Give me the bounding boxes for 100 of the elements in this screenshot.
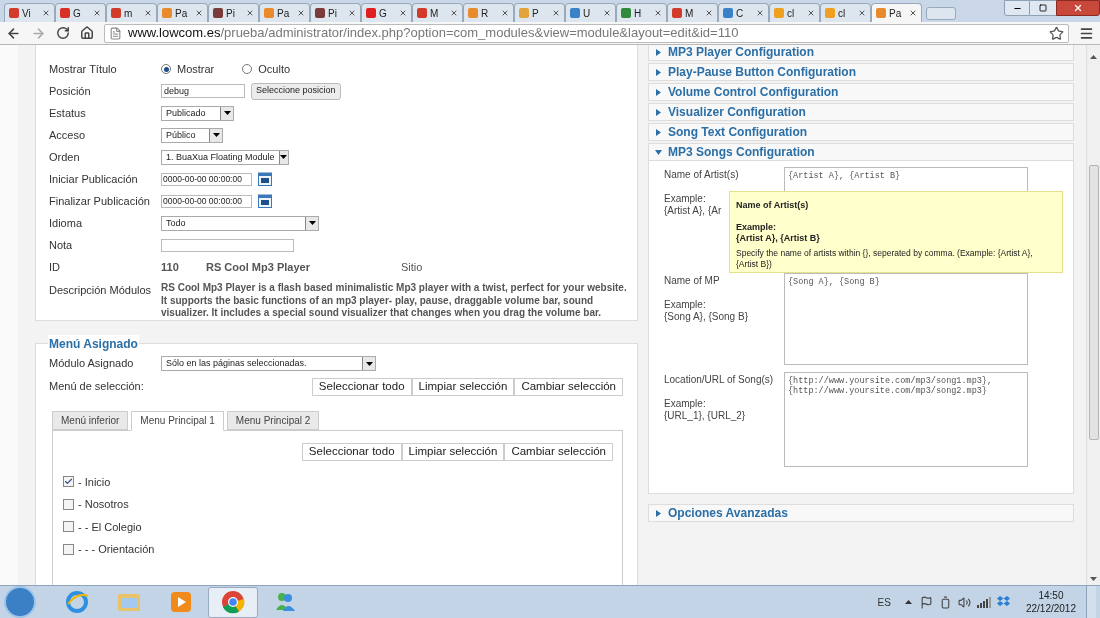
close-tab-icon[interactable] bbox=[195, 9, 203, 17]
url-text: www.lowcom.es/prueba/administrator/index.php?option=com_modules&view=module&layout=edit&id=110 bbox=[128, 24, 740, 43]
calendar-icon[interactable] bbox=[258, 194, 272, 208]
accordion-header[interactable]: Opciones Avanzadas bbox=[648, 504, 1074, 522]
scrollbar-thumb[interactable] bbox=[1088, 165, 1099, 440]
browser-tab[interactable]: M bbox=[412, 3, 463, 22]
checkbox[interactable] bbox=[63, 521, 74, 533]
browser-tab[interactable]: U bbox=[565, 3, 616, 22]
selection-button[interactable]: Limpiar selección bbox=[401, 442, 505, 461]
browser-tab[interactable]: H bbox=[616, 3, 667, 22]
menu-tab[interactable]: Menu Principal 1 bbox=[131, 410, 224, 431]
collapse-arrow-icon bbox=[655, 148, 662, 156]
radio-label: Oculto bbox=[258, 61, 291, 77]
start-button[interactable] bbox=[4, 586, 36, 618]
close-tab-icon[interactable] bbox=[144, 9, 152, 17]
radio-button[interactable] bbox=[242, 64, 253, 74]
close-tab-icon[interactable] bbox=[348, 9, 356, 17]
calendar-icon[interactable] bbox=[258, 172, 272, 186]
checkbox[interactable] bbox=[63, 476, 74, 488]
bookmark-star-icon[interactable] bbox=[1049, 25, 1064, 41]
accordion-header[interactable]: Visualizer Configuration bbox=[648, 103, 1074, 121]
browser-tab[interactable]: cl bbox=[769, 3, 820, 22]
browser-tab[interactable]: Pa bbox=[157, 3, 208, 22]
browser-tab[interactable]: R bbox=[463, 3, 514, 22]
dropdown[interactable]: 1. BuaXua Floating Module bbox=[161, 149, 289, 165]
menu-tab[interactable]: Menú inferior bbox=[52, 410, 129, 430]
checkbox[interactable] bbox=[63, 498, 74, 510]
browser-tab[interactable]: Pi bbox=[310, 3, 361, 22]
browser-tab[interactable]: Pa bbox=[259, 3, 310, 22]
radio-button[interactable] bbox=[161, 64, 171, 74]
home-icon[interactable] bbox=[80, 26, 94, 40]
selection-button[interactable]: Cambiar selección bbox=[504, 442, 613, 461]
browser-tab[interactable]: G bbox=[55, 3, 106, 22]
dropbox-icon[interactable] bbox=[996, 596, 1010, 608]
close-button[interactable] bbox=[1056, 0, 1100, 16]
field-label: Name of Artist(s) bbox=[664, 169, 739, 181]
browser-tab[interactable]: cl bbox=[820, 3, 871, 22]
browser-tab[interactable]: Pa bbox=[871, 3, 922, 22]
scrollbar[interactable] bbox=[1086, 45, 1100, 585]
browser-tab[interactable]: P bbox=[514, 3, 565, 22]
checkbox[interactable] bbox=[63, 543, 74, 555]
tooltip-example-label: Example: bbox=[736, 222, 778, 233]
dropdown[interactable]: Público bbox=[161, 127, 223, 143]
browser-tab[interactable]: Vi bbox=[4, 3, 55, 22]
language-indicator[interactable]: ES bbox=[877, 594, 891, 610]
accordion-header[interactable]: Volume Control Configuration bbox=[648, 83, 1074, 101]
browser-tab[interactable]: G bbox=[361, 3, 412, 22]
text-area[interactable]: {http://www.yoursite.com/mp3/song1.mp3}, {http://www.yoursite.com/mp3/song2.mp3} bbox=[784, 372, 1028, 467]
back-icon[interactable] bbox=[6, 25, 21, 41]
select-position-button[interactable]: Seleccione posicion bbox=[251, 82, 341, 100]
close-tab-icon[interactable] bbox=[603, 9, 611, 17]
input-field[interactable]: debug bbox=[161, 84, 245, 98]
taskbar-app[interactable] bbox=[208, 586, 258, 618]
menu-tab[interactable]: Menu Principal 2 bbox=[226, 410, 320, 430]
folder-icon bbox=[117, 591, 141, 613]
date-field[interactable]: 0000-00-00 00:00:00 bbox=[161, 194, 252, 208]
maximize-button[interactable] bbox=[1030, 0, 1056, 16]
menu-icon[interactable] bbox=[1079, 25, 1094, 41]
close-tab-icon[interactable] bbox=[909, 9, 917, 17]
close-tab-icon[interactable] bbox=[399, 9, 407, 17]
close-tab-icon[interactable] bbox=[450, 9, 458, 17]
close-tab-icon[interactable] bbox=[552, 9, 560, 17]
close-tab-icon[interactable] bbox=[246, 9, 254, 17]
text-area[interactable]: {Song A}, {Song B} bbox=[784, 273, 1028, 365]
close-tab-icon[interactable] bbox=[42, 9, 50, 17]
expand-arrow-icon bbox=[655, 48, 662, 56]
accordion-header[interactable]: MP3 Player Configuration bbox=[648, 45, 1074, 61]
scroll-up-icon[interactable] bbox=[1090, 55, 1097, 59]
selection-button[interactable]: Cambiar selección bbox=[514, 377, 623, 396]
selection-button[interactable]: Limpiar selección bbox=[411, 377, 515, 396]
input-field[interactable] bbox=[161, 238, 294, 252]
close-tab-icon[interactable] bbox=[297, 9, 305, 17]
close-tab-icon[interactable] bbox=[756, 9, 764, 17]
accordion-header[interactable]: Song Text Configuration bbox=[648, 123, 1074, 141]
selection-button[interactable]: Seleccionar todo bbox=[301, 442, 402, 461]
browser-tab[interactable]: M bbox=[667, 3, 718, 22]
volume-icon[interactable] bbox=[957, 595, 971, 609]
accordion-header[interactable]: MP3 Songs Configuration bbox=[648, 143, 1074, 161]
flag-icon[interactable] bbox=[919, 595, 933, 609]
dropdown[interactable]: Sólo en las páginas seleccionadas. bbox=[161, 356, 376, 371]
dropdown[interactable]: Publicado bbox=[161, 105, 234, 121]
date-field[interactable]: 0000-00-00 00:00:00 bbox=[161, 172, 252, 186]
show-hidden-icons-icon[interactable] bbox=[904, 600, 912, 604]
browser-tab[interactable]: m bbox=[106, 3, 157, 22]
signal-icon[interactable] bbox=[976, 596, 991, 608]
browser-tab[interactable]: C bbox=[718, 3, 769, 22]
close-tab-icon[interactable] bbox=[501, 9, 509, 17]
close-tab-icon[interactable] bbox=[858, 9, 866, 17]
address-field[interactable]: www.lowcom.es/prueba/administrator/index.php?option=com_modules&view=module&layout=edit&id=110 bbox=[104, 23, 1069, 43]
clock-date: 22/12/2012 bbox=[1025, 602, 1076, 615]
selection-button[interactable]: Seleccionar todo bbox=[311, 377, 412, 396]
browser-tab[interactable]: Pi bbox=[208, 3, 259, 22]
scroll-down-icon[interactable] bbox=[1090, 577, 1097, 581]
close-tab-icon[interactable] bbox=[705, 9, 713, 17]
close-tab-icon[interactable] bbox=[654, 9, 662, 17]
reload-icon[interactable] bbox=[56, 26, 70, 40]
close-tab-icon[interactable] bbox=[807, 9, 815, 17]
accordion-header[interactable]: Play-Pause Button Configuration bbox=[648, 63, 1074, 81]
close-tab-icon[interactable] bbox=[93, 9, 101, 17]
dropdown[interactable]: Todo bbox=[161, 215, 319, 231]
